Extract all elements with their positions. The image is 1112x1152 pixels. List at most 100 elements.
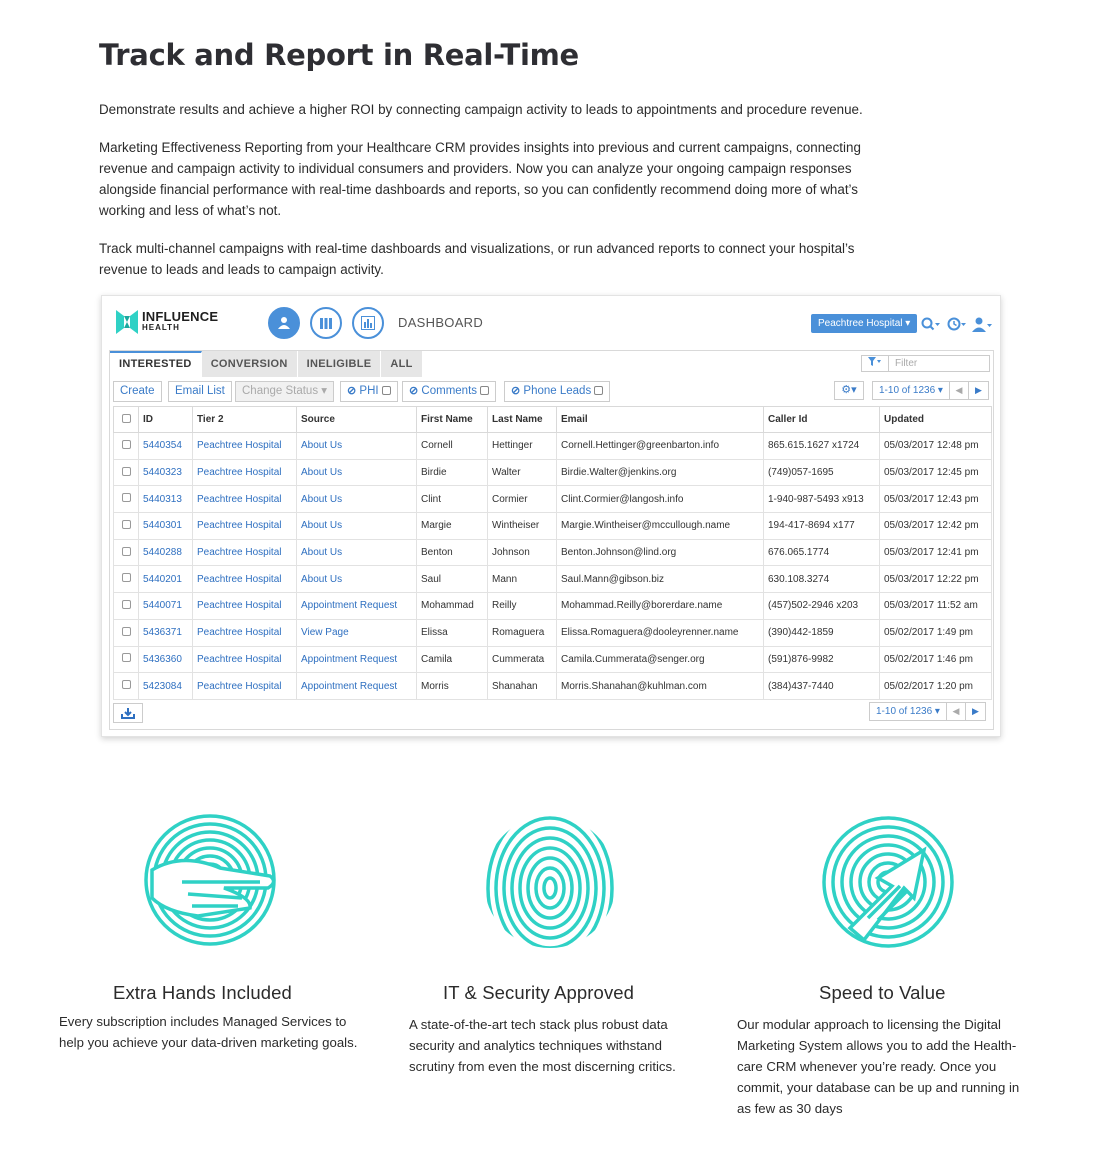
tier2-link[interactable]: Peachtree Hospital	[192, 565, 297, 594]
source-link[interactable]: About Us	[296, 458, 417, 487]
table-row[interactable]: 5440288 Peachtree Hospital About Us Benton J…	[113, 538, 992, 567]
settings-button[interactable]: ⚙▾	[834, 381, 864, 400]
lead-id-link[interactable]: 5440354	[138, 432, 193, 460]
history-button[interactable]	[947, 315, 969, 333]
row-select-cell[interactable]	[113, 672, 139, 700]
source-link[interactable]: About Us	[296, 432, 417, 460]
phi-toggle[interactable]: ⊘ PHI	[340, 381, 398, 402]
column-header[interactable]: Caller Id	[763, 406, 880, 433]
tab-interested[interactable]: INTERESTED	[110, 351, 202, 377]
row-checkbox[interactable]	[122, 626, 131, 636]
tier2-link[interactable]: Peachtree Hospital	[192, 592, 297, 620]
create-button[interactable]: Create	[113, 381, 162, 402]
row-select-cell[interactable]	[113, 618, 139, 647]
prev-page-button[interactable]: ◀	[950, 382, 969, 399]
source-link[interactable]: About Us	[296, 512, 417, 540]
row-checkbox[interactable]	[122, 573, 131, 583]
column-header[interactable]: Updated	[879, 406, 992, 433]
lead-id-link[interactable]: 5440301	[138, 512, 193, 540]
row-checkbox[interactable]	[122, 466, 131, 476]
change-status-button[interactable]: Change Status ▾	[235, 381, 335, 402]
column-header[interactable]: Source	[296, 406, 417, 433]
row-select-cell[interactable]	[113, 432, 139, 460]
next-page-button[interactable]: ▶	[969, 382, 988, 399]
row-select-cell[interactable]	[113, 485, 139, 514]
row-select-cell[interactable]	[113, 512, 139, 540]
source-link[interactable]: About Us	[296, 538, 417, 567]
table-row[interactable]: 5440301 Peachtree Hospital About Us Margie W…	[113, 512, 992, 540]
page-range-selector[interactable]: 1-10 of 1236 ▾	[870, 703, 947, 720]
source-link[interactable]: Appointment Request	[296, 592, 417, 620]
tier2-link[interactable]: Peachtree Hospital	[192, 512, 297, 540]
tab-ineligible[interactable]: INELIGIBLE	[297, 351, 382, 377]
lead-id-link[interactable]: 5440323	[138, 458, 193, 487]
row-checkbox[interactable]	[122, 653, 131, 663]
table-row[interactable]: 5440201 Peachtree Hospital About Us Saul Man…	[113, 565, 992, 594]
select-all-header[interactable]	[113, 406, 139, 433]
row-select-cell[interactable]	[113, 458, 139, 487]
column-header[interactable]: ID	[138, 406, 193, 433]
tier2-link[interactable]: Peachtree Hospital	[192, 618, 297, 647]
hospital-selector[interactable]: Peachtree Hospital ▾	[811, 314, 918, 333]
tier2-link[interactable]: Peachtree Hospital	[192, 432, 297, 460]
email-list-button[interactable]: Email List	[168, 381, 232, 402]
phi-checkbox[interactable]	[381, 386, 391, 396]
nav-library-button[interactable]	[310, 307, 342, 339]
column-header[interactable]: Email	[556, 406, 764, 433]
lead-id-link[interactable]: 5440201	[138, 565, 193, 594]
filter-dropdown-button[interactable]	[861, 355, 889, 372]
nav-leads-button[interactable]	[268, 307, 300, 339]
source-link[interactable]: Appointment Request	[296, 645, 417, 674]
table-row[interactable]: 5440354 Peachtree Hospital About Us Cornell…	[113, 432, 992, 460]
next-page-button[interactable]: ▶	[966, 703, 985, 720]
tier2-link[interactable]: Peachtree Hospital	[192, 485, 297, 514]
export-button[interactable]	[113, 703, 143, 723]
lead-id-link[interactable]: 5436371	[138, 618, 193, 647]
select-all-checkbox[interactable]	[122, 413, 131, 423]
comments-checkbox[interactable]	[480, 386, 490, 396]
phone-leads-toggle[interactable]: ⊘ Phone Leads	[504, 381, 611, 402]
tier2-link[interactable]: Peachtree Hospital	[192, 538, 297, 567]
lead-id-link[interactable]: 5436360	[138, 645, 193, 674]
source-link[interactable]: About Us	[296, 565, 417, 594]
phone-leads-checkbox[interactable]	[594, 386, 604, 396]
source-link[interactable]: View Page	[296, 618, 417, 647]
source-link[interactable]: About Us	[296, 485, 417, 514]
row-checkbox[interactable]	[122, 599, 131, 609]
row-select-cell[interactable]	[113, 592, 139, 620]
table-row[interactable]: 5440323 Peachtree Hospital About Us Birdie W…	[113, 458, 992, 487]
tier2-link[interactable]: Peachtree Hospital	[192, 458, 297, 487]
column-header[interactable]: Tier 2	[192, 406, 297, 433]
row-checkbox[interactable]	[122, 493, 131, 503]
tier2-link[interactable]: Peachtree Hospital	[192, 645, 297, 674]
nav-reports-button[interactable]	[352, 307, 384, 339]
row-checkbox[interactable]	[122, 546, 131, 556]
row-select-cell[interactable]	[113, 645, 139, 674]
lead-id-link[interactable]: 5440313	[138, 485, 193, 514]
table-row[interactable]: 5440313 Peachtree Hospital About Us Clint Co…	[113, 485, 992, 514]
row-checkbox[interactable]	[122, 439, 131, 449]
table-row[interactable]: 5423084 Peachtree Hospital Appointment Req…	[113, 672, 992, 700]
search-button[interactable]	[921, 315, 943, 333]
comments-toggle[interactable]: ⊘ Comments	[402, 381, 497, 402]
table-row[interactable]: 5440071 Peachtree Hospital Appointment Req…	[113, 592, 992, 620]
row-select-cell[interactable]	[113, 565, 139, 594]
column-header[interactable]: First Name	[416, 406, 488, 433]
filter-input[interactable]: Filter	[889, 355, 990, 372]
row-select-cell[interactable]	[113, 538, 139, 567]
user-menu-button[interactable]	[972, 315, 994, 333]
prev-page-button[interactable]: ◀	[947, 703, 966, 720]
lead-id-link[interactable]: 5440288	[138, 538, 193, 567]
row-checkbox[interactable]	[122, 680, 131, 690]
page-range-selector[interactable]: 1-10 of 1236 ▾	[873, 382, 950, 399]
table-row[interactable]: 5436360 Peachtree Hospital Appointment Req…	[113, 645, 992, 674]
lead-id-link[interactable]: 5423084	[138, 672, 193, 700]
row-checkbox[interactable]	[122, 519, 131, 529]
source-link[interactable]: Appointment Request	[296, 672, 417, 700]
tab-all[interactable]: ALL	[381, 351, 423, 377]
table-row[interactable]: 5436371 Peachtree Hospital View Page Elissa…	[113, 618, 992, 647]
tab-conversion[interactable]: CONVERSION	[201, 351, 298, 377]
column-header[interactable]: Last Name	[487, 406, 557, 433]
lead-id-link[interactable]: 5440071	[138, 592, 193, 620]
tier2-link[interactable]: Peachtree Hospital	[192, 672, 297, 700]
